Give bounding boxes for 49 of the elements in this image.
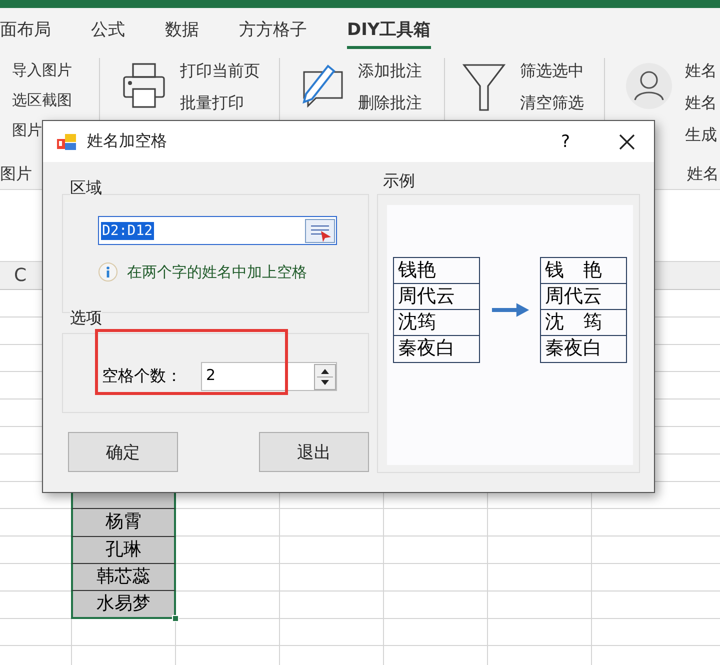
arrow-icon <box>490 301 530 319</box>
group-label: 姓名 <box>687 164 719 185</box>
ribbon-button[interactable]: 姓名 <box>685 61 717 82</box>
ribbon-tab[interactable]: 面布局 <box>0 10 51 48</box>
ribbon-button[interactable]: 筛选选中 <box>520 61 584 82</box>
table-cell[interactable]: 孔琳 <box>71 536 176 564</box>
ribbon-button[interactable]: 姓名 <box>685 93 717 114</box>
user-icon[interactable] <box>625 62 673 110</box>
ribbon-button[interactable]: 添加批注 <box>358 61 422 82</box>
pencil-speech-icon[interactable] <box>300 62 344 110</box>
dialog-button[interactable]: 退出 <box>259 432 369 472</box>
printer-icon[interactable] <box>122 62 166 110</box>
example-cell: 周代云 <box>541 284 626 310</box>
example-cell: 周代云 <box>394 284 479 310</box>
table-cell[interactable]: 韩芯蕊 <box>71 564 176 592</box>
example-cell: 沈筠 <box>394 310 479 336</box>
funnel-icon[interactable] <box>462 62 506 112</box>
info-icon <box>98 262 118 282</box>
dialog-button[interactable]: 确定 <box>68 432 178 472</box>
example-cell-text: 秦夜白 <box>544 336 604 361</box>
spin-arrows-icon[interactable] <box>314 364 336 390</box>
group-label: 图片 <box>0 164 32 185</box>
ribbon-button[interactable]: 选区截图 <box>12 91 72 110</box>
fill-handle[interactable] <box>172 614 179 622</box>
range-picker-icon[interactable] <box>305 218 335 242</box>
ribbon-tab[interactable]: 数据 <box>165 10 199 48</box>
table-cell[interactable]: 杨霄 <box>71 509 176 537</box>
spin-field[interactable]: 2 <box>201 362 337 391</box>
example-cell: 钱 艳 <box>541 258 626 284</box>
app-icon <box>57 132 77 150</box>
column-header[interactable]: C <box>14 265 27 286</box>
ribbon-button[interactable]: 清空筛选 <box>520 93 584 114</box>
ribbon-button[interactable]: 批量打印 <box>180 93 260 114</box>
table-cell[interactable]: 水易梦 <box>71 591 176 619</box>
dialog-title: 姓名加空格 <box>87 131 168 152</box>
range-field[interactable]: D2:D12 <box>98 216 337 245</box>
help-button[interactable]: ? <box>560 132 570 152</box>
ribbon-button[interactable]: 删除批注 <box>358 93 422 114</box>
example-cell: 钱艳 <box>394 258 479 284</box>
ribbon-tab[interactable]: 公式 <box>91 10 125 48</box>
ribbon-button[interactable]: 导入图片 <box>12 61 72 80</box>
hint-text: 在两个字的姓名中加上空格 <box>127 262 307 282</box>
ribbon-button[interactable]: 生成 <box>685 125 717 146</box>
close-icon[interactable] <box>618 132 636 150</box>
field-label: 空格个数： <box>102 366 183 387</box>
example-cell-text: 秦夜白 <box>397 336 456 361</box>
example-cell: 沈 筠 <box>541 310 626 336</box>
ribbon-button[interactable]: 打印当前页 <box>180 61 260 82</box>
ribbon-tab[interactable]: 方方格子 <box>239 10 307 48</box>
